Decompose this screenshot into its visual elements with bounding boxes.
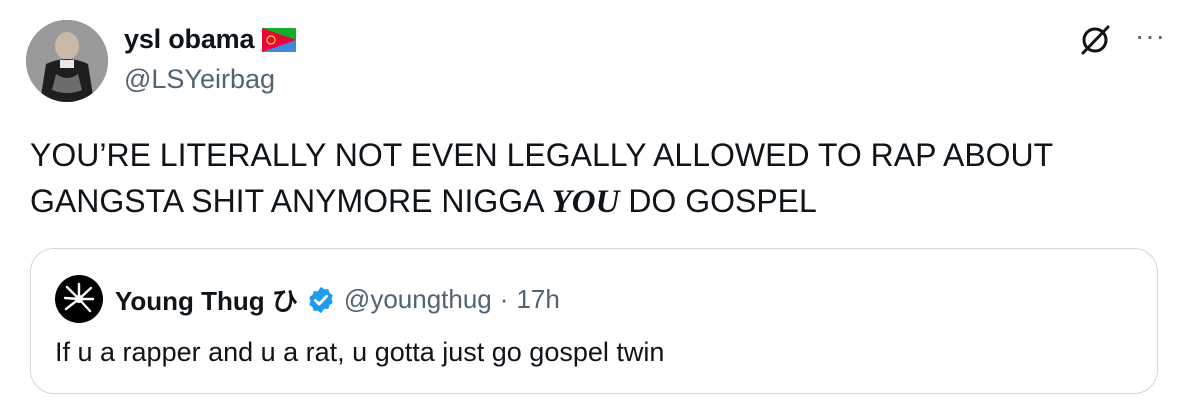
tweet-text: YOU’RE LITERALLY NOT EVEN LEGALLY ALLOWE… [30,132,1160,225]
verified-badge-icon [306,285,336,315]
quoted-tweet-timestamp[interactable]: 17h [516,284,559,315]
quoted-tweet-card[interactable]: Young Thug ひ @youngthug · 17h If u a rap… [30,248,1158,394]
tweet-top-actions: ··· [1077,22,1166,58]
author-display-name[interactable]: ysl obama [124,24,254,55]
spider-logo-icon [63,282,95,313]
grok-icon[interactable] [1077,22,1113,58]
more-options-icon[interactable]: ··· [1135,22,1166,50]
eritrea-flag-icon [262,27,297,52]
tweet-text-part1: YOU’RE LITERALLY NOT EVEN LEGALLY ALLOWE… [30,137,1053,219]
quoted-author-avatar[interactable] [55,275,103,323]
separator-dot: · [499,284,509,314]
quoted-tweet-text: If u a rapper and u a rat, u gotta just … [55,337,665,367]
quoted-tweet-header: Young Thug ひ @youngthug · 17h [115,281,560,318]
tweet-text-part2: DO GOSPEL [619,183,817,219]
quoted-author-name[interactable]: Young Thug ひ [115,281,298,318]
quoted-author-handle[interactable]: @youngthug [344,284,492,315]
author-name-row[interactable]: ysl obama [124,24,297,55]
author-avatar[interactable] [26,20,108,102]
author-handle[interactable]: @LSYeirbag [124,64,275,95]
tweet-text-emphasis: YOU [551,184,620,220]
